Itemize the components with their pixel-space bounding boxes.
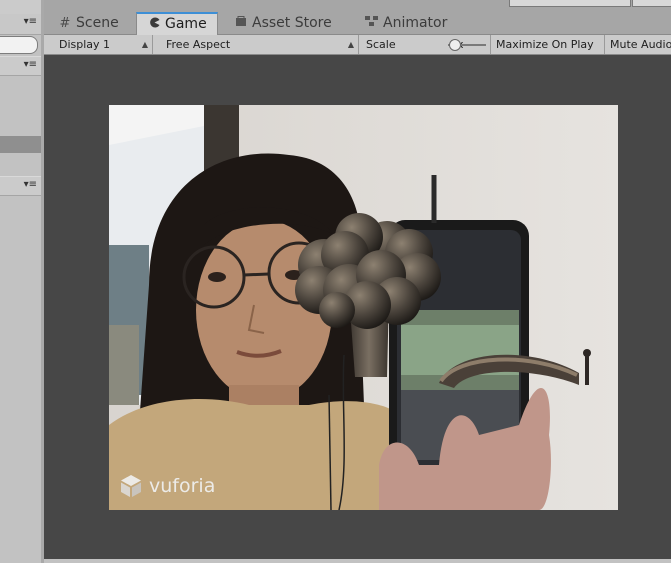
tab-animator[interactable]: Animator bbox=[365, 13, 447, 34]
layout-buttons[interactable] bbox=[509, 0, 631, 7]
vuforia-logo: vuforia bbox=[119, 473, 215, 499]
animator-icon bbox=[365, 13, 379, 34]
editor-tab-bar: # Scene Game Asset Store Animator bbox=[44, 12, 671, 36]
second-scene-header[interactable]: ▾≡ bbox=[0, 176, 41, 196]
dropdown-arrow-icon: ▲ bbox=[141, 40, 148, 49]
game-toolbar: Display 1 ▲ Free Aspect ▲ Scale 1x Maxim… bbox=[44, 35, 671, 55]
panel-menu-icon[interactable]: ▾≡ bbox=[24, 17, 37, 27]
account-button[interactable] bbox=[632, 0, 671, 7]
scene-menu-icon[interactable]: ▾≡ bbox=[24, 180, 37, 190]
panel-header-strip bbox=[0, 0, 41, 15]
vuforia-watermark-text: vuforia bbox=[149, 475, 216, 497]
tab-game[interactable]: Game bbox=[136, 12, 218, 36]
scale-label: Scale bbox=[366, 38, 396, 51]
camera-image bbox=[109, 105, 618, 510]
pacman-icon bbox=[147, 14, 161, 35]
aspect-dropdown[interactable]: Free Aspect ▲ bbox=[157, 35, 359, 54]
camera-feed: vuforia bbox=[109, 105, 618, 510]
scene-header[interactable]: ▾≡ bbox=[0, 56, 41, 76]
bottom-edge bbox=[44, 559, 671, 563]
hierarchy-panel: ▾≡ ▾≡ ▾≡ bbox=[0, 0, 42, 563]
bag-icon bbox=[234, 13, 248, 34]
hash-icon: # bbox=[59, 16, 71, 31]
dropdown-arrow-icon: ▲ bbox=[347, 40, 354, 49]
scene-menu-icon[interactable]: ▾≡ bbox=[24, 60, 37, 70]
vuforia-cube-icon bbox=[119, 474, 143, 498]
scale-slider-handle[interactable] bbox=[449, 39, 461, 51]
panel-toolbar: ▾≡ bbox=[0, 14, 41, 35]
tab-asset-store[interactable]: Asset Store bbox=[234, 13, 332, 34]
tab-scene[interactable]: # Scene bbox=[58, 13, 119, 34]
selected-hierarchy-row[interactable] bbox=[0, 136, 41, 153]
hierarchy-search-input[interactable] bbox=[0, 36, 38, 54]
mute-audio-toggle[interactable]: Mute Audio bbox=[605, 35, 671, 54]
display-dropdown[interactable]: Display 1 ▲ bbox=[51, 35, 153, 54]
maximize-on-play-toggle[interactable]: Maximize On Play bbox=[491, 35, 605, 54]
